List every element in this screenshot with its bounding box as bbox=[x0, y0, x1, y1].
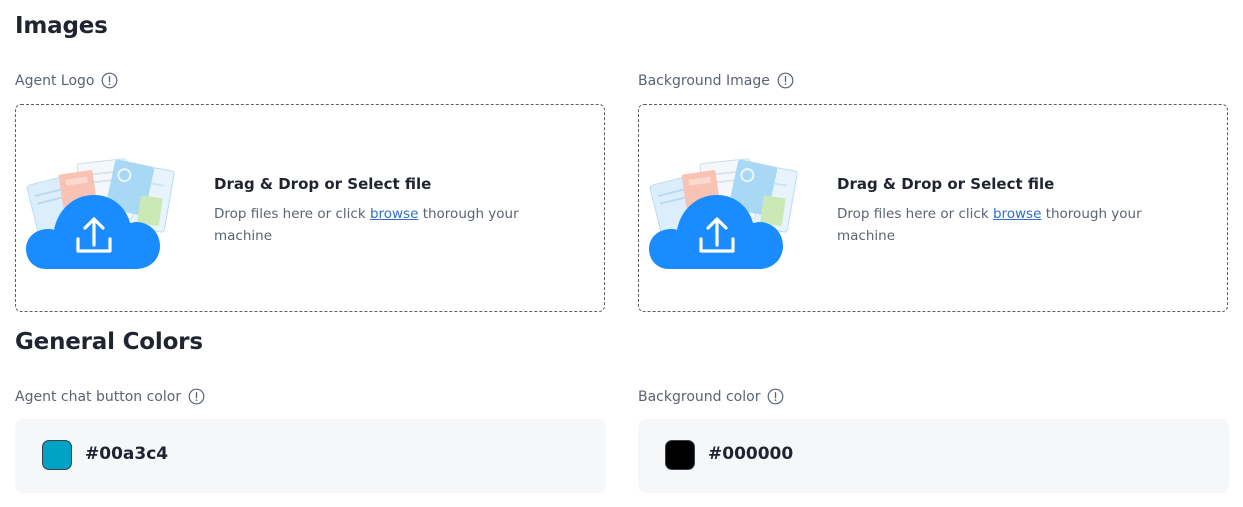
color-swatch[interactable] bbox=[42, 440, 72, 470]
color-hex-value[interactable]: #00a3c4 bbox=[85, 444, 168, 464]
dropzone-title: Drag & Drop or Select file bbox=[214, 175, 432, 193]
color-swatch[interactable] bbox=[665, 440, 695, 470]
dropzone-title: Drag & Drop or Select file bbox=[837, 175, 1055, 193]
info-icon[interactable] bbox=[101, 72, 118, 89]
background-color-label-row: Background color bbox=[638, 388, 784, 405]
color-hex-value[interactable]: #000000 bbox=[708, 444, 793, 464]
background-image-label-row: Background Image bbox=[638, 72, 794, 89]
background-color-label: Background color bbox=[638, 388, 761, 405]
page: Images Agent Logo Drag & Drop or Select … bbox=[0, 0, 1243, 507]
cloud-upload-icon bbox=[26, 157, 176, 272]
background-color-picker[interactable]: #000000 bbox=[638, 419, 1229, 493]
images-section-title: Images bbox=[15, 13, 108, 39]
info-icon[interactable] bbox=[188, 388, 205, 405]
agent-chat-button-color-picker[interactable]: #00a3c4 bbox=[15, 419, 606, 493]
agent-logo-label: Agent Logo bbox=[15, 72, 95, 89]
agent-logo-dropzone[interactable]: Drag & Drop or Select file Drop files he… bbox=[15, 104, 605, 312]
agent-chat-button-color-label-row: Agent chat button color bbox=[15, 388, 205, 405]
browse-link[interactable]: browse bbox=[993, 206, 1041, 222]
general-colors-section-title: General Colors bbox=[15, 329, 203, 355]
info-icon[interactable] bbox=[767, 388, 784, 405]
background-image-label: Background Image bbox=[638, 72, 770, 89]
agent-chat-button-color-label: Agent chat button color bbox=[15, 388, 182, 405]
info-icon[interactable] bbox=[777, 72, 794, 89]
dropzone-text: Drag & Drop or Select file Drop files he… bbox=[214, 175, 554, 247]
browse-link[interactable]: browse bbox=[370, 206, 418, 222]
dropzone-subtitle: Drop files here or click browse thorough… bbox=[837, 203, 1177, 247]
dropzone-text-before: Drop files here or click bbox=[837, 206, 993, 222]
agent-logo-label-row: Agent Logo bbox=[15, 72, 118, 89]
cloud-upload-icon bbox=[649, 157, 799, 272]
dropzone-subtitle: Drop files here or click browse thorough… bbox=[214, 203, 554, 247]
dropzone-text-before: Drop files here or click bbox=[214, 206, 370, 222]
dropzone-text: Drag & Drop or Select file Drop files he… bbox=[837, 175, 1177, 247]
background-image-dropzone[interactable]: Drag & Drop or Select file Drop files he… bbox=[638, 104, 1228, 312]
